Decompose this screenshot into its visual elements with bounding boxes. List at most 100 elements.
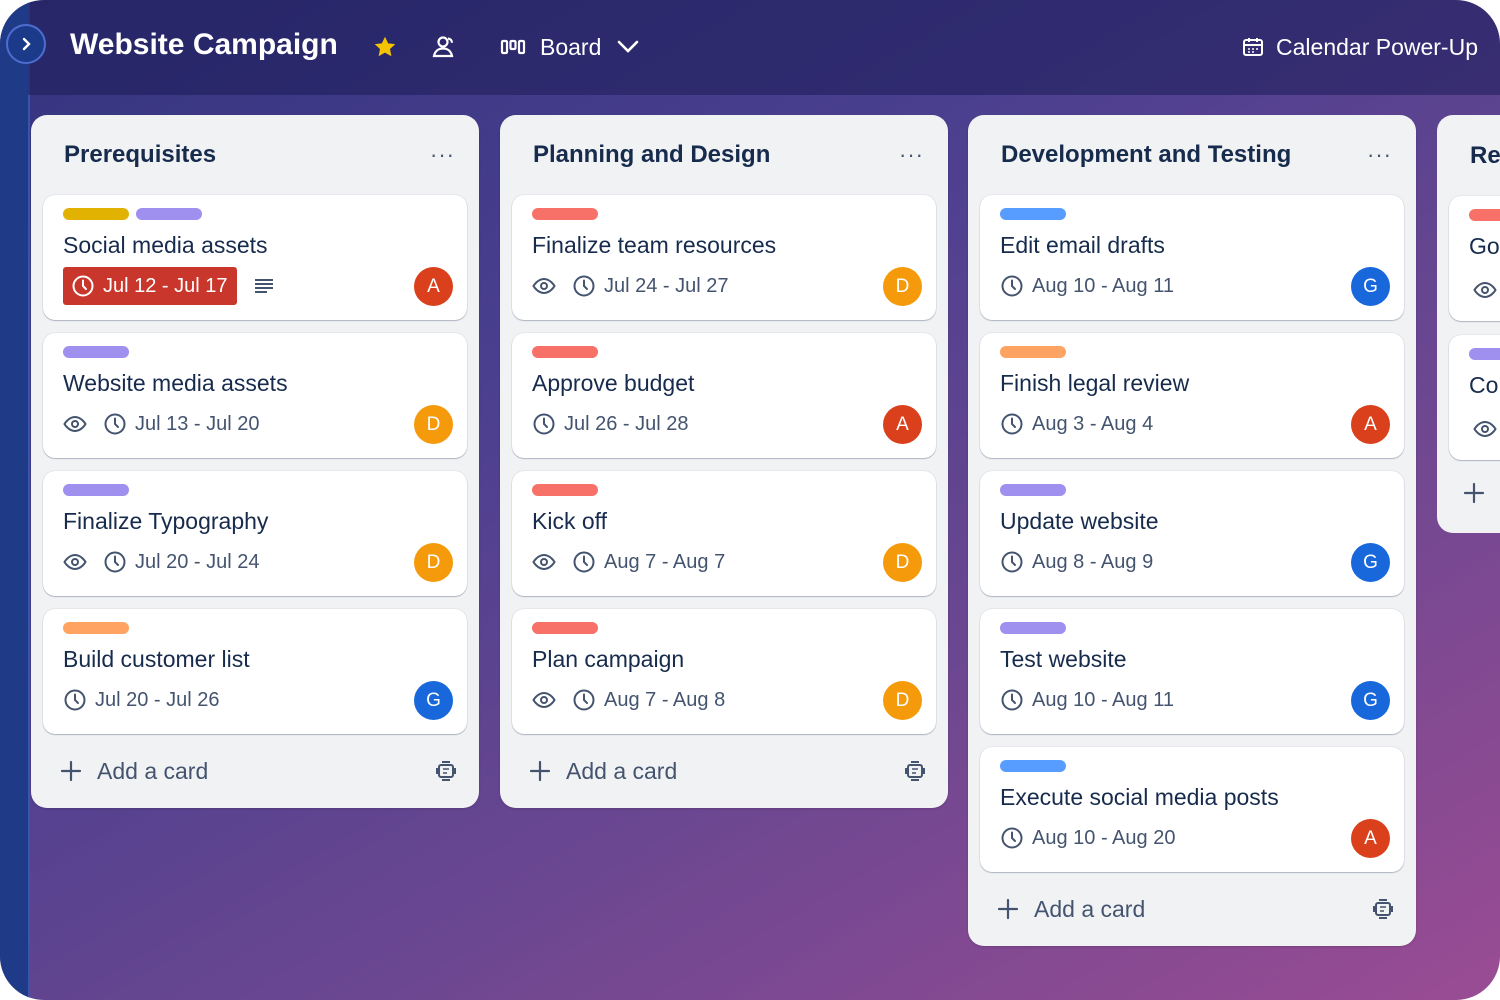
workspace-visible-icon[interactable] <box>431 34 459 60</box>
avatar[interactable]: G <box>1351 543 1390 582</box>
due-date-text: Jul 12 - Jul 17 <box>103 274 228 297</box>
card[interactable]: Finalize Typography Jul 20 - Jul 24 D <box>43 471 467 596</box>
add-card-button[interactable]: Add a card <box>59 758 208 785</box>
powerup-label: Calendar Power-Up <box>1276 33 1478 60</box>
clock-icon <box>71 274 95 298</box>
card-labels <box>1000 208 1066 220</box>
due-date-badge[interactable]: Aug 7 - Aug 8 <box>572 688 725 712</box>
chevron-right-icon <box>19 37 33 51</box>
card-title: Finish legal review <box>1000 370 1190 396</box>
card[interactable]: Approve budget Jul 26 - Jul 28 A <box>512 333 936 458</box>
avatar[interactable]: D <box>414 543 453 582</box>
avatar[interactable]: G <box>1351 681 1390 720</box>
card-badges: Aug 7 - Aug 8 <box>532 681 725 719</box>
card[interactable]: Social media assets Jul 12 - Jul 17 A <box>43 195 467 320</box>
card-title: Update website <box>1000 508 1159 534</box>
due-date-text: Aug 10 - Aug 20 <box>1032 826 1176 849</box>
card-label <box>532 208 598 220</box>
due-date-badge[interactable]: Jul 12 - Jul 17 <box>63 267 237 305</box>
eye-icon <box>532 274 556 298</box>
card[interactable]: Build customer list Jul 20 - Jul 26 G <box>43 609 467 734</box>
description-icon <box>253 277 275 295</box>
due-date-badge[interactable]: Jul 26 - Jul 28 <box>532 412 689 436</box>
create-from-template-icon[interactable] <box>904 760 926 782</box>
due-date-badge[interactable]: Aug 10 - Aug 11 <box>1000 688 1174 712</box>
card-labels <box>63 346 129 358</box>
avatar[interactable]: G <box>414 681 453 720</box>
list-partial[interactable]: Re Go Co <box>1437 115 1500 533</box>
star-icon[interactable] <box>372 34 398 60</box>
card-label <box>63 622 129 634</box>
card[interactable]: Finalize team resources Jul 24 - Jul 27 … <box>512 195 936 320</box>
card-list: Social media assets Jul 12 - Jul 17 A We… <box>31 195 479 734</box>
due-date-badge[interactable]: Jul 24 - Jul 27 <box>572 274 729 298</box>
list-header: Planning and Design ··· <box>500 115 948 195</box>
due-date-badge[interactable]: Aug 3 - Aug 4 <box>1000 412 1153 436</box>
list-menu-button[interactable]: ··· <box>1367 142 1392 168</box>
view-label: Board <box>540 33 602 60</box>
card-title: Go <box>1469 233 1500 259</box>
avatar[interactable]: A <box>1351 405 1390 444</box>
card[interactable]: Co <box>1449 335 1500 460</box>
card-badges: Jul 24 - Jul 27 <box>532 267 729 305</box>
card-list: Edit email drafts Aug 10 - Aug 11 G Fini… <box>968 195 1416 872</box>
card-title: Website media assets <box>63 370 288 396</box>
board-canvas: Website Campaign Board Calendar Power-Up… <box>0 0 1500 1000</box>
card[interactable]: Edit email drafts Aug 10 - Aug 11 G <box>980 195 1404 320</box>
list-development-and-testing[interactable]: Development and Testing ··· Edit email d… <box>968 115 1416 946</box>
card-label <box>532 622 598 634</box>
due-date-badge[interactable]: Jul 20 - Jul 26 <box>63 688 220 712</box>
due-date-badge[interactable]: Aug 7 - Aug 7 <box>572 550 725 574</box>
avatar[interactable]: A <box>1351 819 1390 858</box>
due-date-text: Aug 7 - Aug 8 <box>604 688 726 711</box>
avatar[interactable]: A <box>883 405 922 444</box>
create-from-template-icon[interactable] <box>1372 898 1394 920</box>
avatar[interactable]: D <box>883 681 922 720</box>
card-badges: Aug 10 - Aug 20 <box>1000 819 1175 857</box>
card[interactable]: Go <box>1449 196 1500 321</box>
expand-sidebar-button[interactable] <box>6 24 46 64</box>
add-card-button[interactable]: Add a card <box>528 758 677 785</box>
card[interactable]: Finish legal review Aug 3 - Aug 4 A <box>980 333 1404 458</box>
due-date-badge[interactable]: Jul 13 - Jul 20 <box>103 412 260 436</box>
view-switcher[interactable]: Board <box>500 30 641 64</box>
card[interactable]: Kick off Aug 7 - Aug 7 D <box>512 471 936 596</box>
avatar[interactable]: G <box>1351 267 1390 306</box>
clock-icon <box>103 550 127 574</box>
avatar[interactable]: A <box>414 267 453 306</box>
add-card-button[interactable]: Add a card <box>996 896 1145 923</box>
list-title[interactable]: Planning and Design <box>533 141 770 169</box>
list-title[interactable]: Development and Testing <box>1001 141 1291 169</box>
list-planning-and-design[interactable]: Planning and Design ··· Finalize team re… <box>500 115 948 808</box>
board-title[interactable]: Website Campaign <box>70 28 338 62</box>
list-menu-button[interactable]: ··· <box>899 142 924 168</box>
card[interactable]: Update website Aug 8 - Aug 9 G <box>980 471 1404 596</box>
card[interactable]: Plan campaign Aug 7 - Aug 8 D <box>512 609 936 734</box>
calendar-powerup-button[interactable]: Calendar Power-Up <box>1242 30 1478 64</box>
card[interactable]: Execute social media posts Aug 10 - Aug … <box>980 747 1404 872</box>
eye-icon <box>532 688 556 712</box>
list-title[interactable]: Prerequisites <box>64 141 216 169</box>
list-menu-button[interactable]: ··· <box>430 142 455 168</box>
card-badges: Jul 13 - Jul 20 <box>63 405 260 443</box>
due-date-text: Aug 3 - Aug 4 <box>1032 412 1154 435</box>
card-label <box>1000 346 1066 358</box>
card[interactable]: Test website Aug 10 - Aug 11 G <box>980 609 1404 734</box>
card-labels <box>532 622 598 634</box>
card-labels <box>63 484 129 496</box>
card[interactable]: Website media assets Jul 13 - Jul 20 D <box>43 333 467 458</box>
clock-icon <box>1000 688 1024 712</box>
list-title: Re <box>1470 142 1500 169</box>
avatar[interactable]: D <box>883 267 922 306</box>
list-prerequisites[interactable]: Prerequisites ··· Social media assets Ju… <box>31 115 479 808</box>
avatar[interactable]: D <box>414 405 453 444</box>
due-date-badge[interactable]: Aug 10 - Aug 11 <box>1000 274 1174 298</box>
due-date-badge[interactable]: Aug 10 - Aug 20 <box>1000 826 1175 850</box>
clock-icon <box>103 412 127 436</box>
avatar[interactable]: D <box>883 543 922 582</box>
add-card-button[interactable] <box>1462 481 1486 510</box>
due-date-badge[interactable]: Jul 20 - Jul 24 <box>103 550 260 574</box>
create-from-template-icon[interactable] <box>435 760 457 782</box>
card-labels <box>1000 346 1066 358</box>
due-date-badge[interactable]: Aug 8 - Aug 9 <box>1000 550 1153 574</box>
